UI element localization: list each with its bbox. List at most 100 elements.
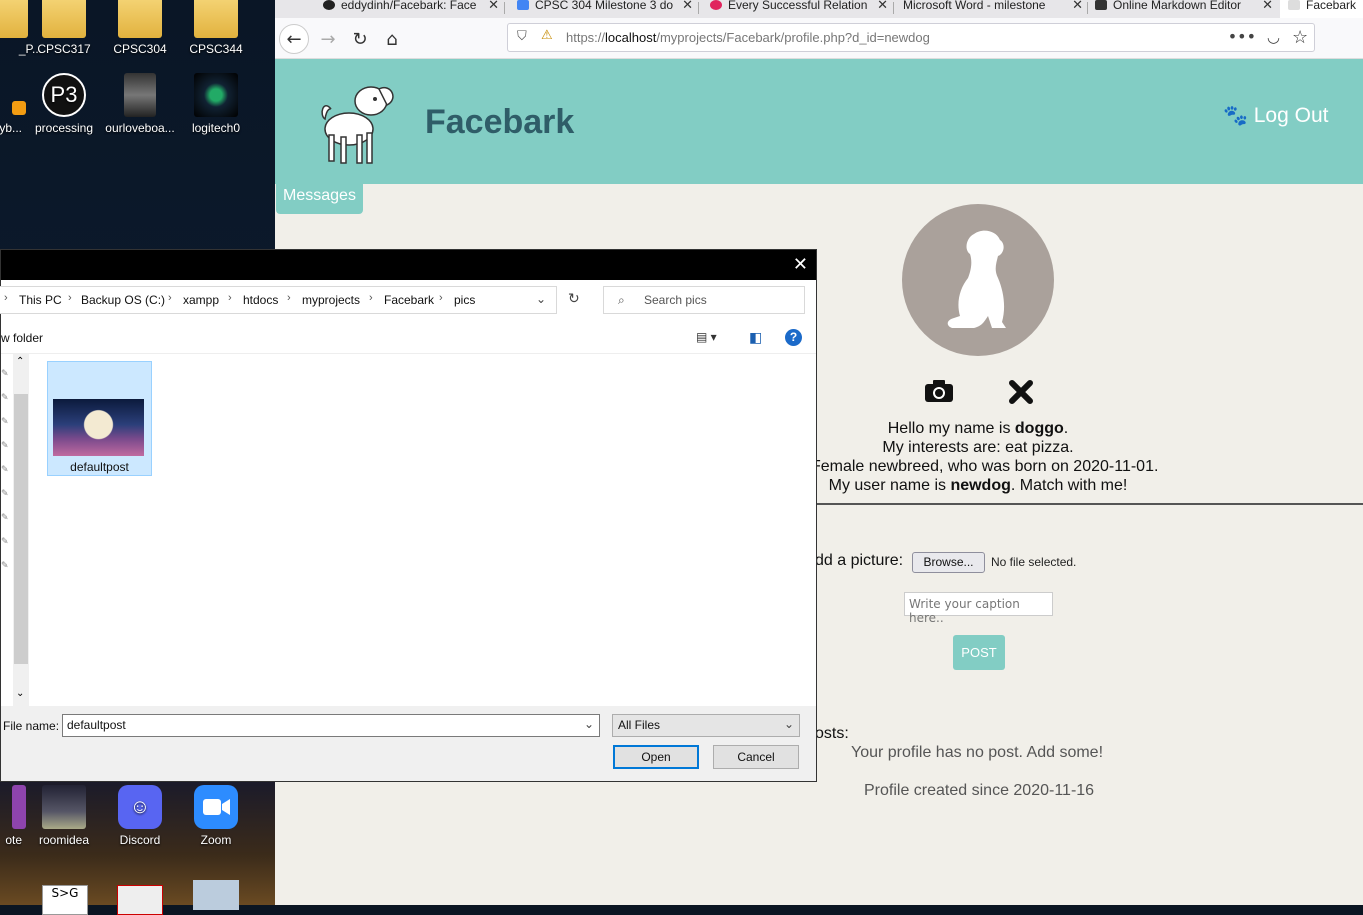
folder-icon [42, 0, 86, 38]
file-list: defaultpost [29, 354, 816, 706]
cancel-button[interactable]: Cancel [713, 745, 799, 769]
close-icon[interactable]: ✕ [793, 254, 808, 275]
image-file-icon [42, 785, 86, 829]
desktop-icon[interactable] [117, 885, 163, 915]
folder-icon [194, 0, 238, 38]
browser-tab[interactable]: Microsoft Word - milestone ✕ [903, 0, 1085, 18]
file-name-value: defaultpost [67, 718, 126, 732]
breadcrumb-item[interactable]: htdocs [243, 293, 278, 307]
messages-tab[interactable]: Messages [276, 183, 363, 214]
breadcrumb-item[interactable]: xampp [183, 293, 219, 307]
reload-icon[interactable]: ↻ [345, 24, 375, 54]
desktop-icon-label: Discord [119, 833, 161, 847]
back-arrow-icon[interactable]: ← [279, 24, 309, 54]
folder-icon [0, 0, 28, 38]
address-breadcrumb[interactable]: › This PC › Backup OS (C:) › xampp › htd… [0, 286, 557, 314]
browser-tab[interactable]: Every Successful Relation ✕ [710, 0, 890, 18]
logout-button[interactable]: 🐾 Log Out [1223, 103, 1328, 128]
view-options-icon[interactable]: ▤ ▾ [696, 330, 717, 344]
folder-icon [118, 0, 162, 38]
github-icon [323, 0, 335, 10]
desktop-icon-cpsc317[interactable]: CPSC317 [28, 0, 100, 56]
breadcrumb-item[interactable]: Facebark [384, 293, 434, 307]
desktop-icon-label: roomidea [38, 833, 90, 847]
breadcrumb-item[interactable]: Backup OS (C:) [81, 293, 165, 307]
chevron-down-icon[interactable]: ⌄ [584, 717, 594, 731]
tab-label: Every Successful Relation [728, 0, 868, 12]
close-tab-icon[interactable]: ✕ [877, 0, 888, 11]
desktop-icon-label: ote [5, 833, 22, 847]
desktop-icon-label: yb... [0, 121, 22, 135]
image-thumbnail [53, 399, 144, 456]
pocket-icon [710, 0, 722, 10]
home-icon[interactable]: ⌂ [377, 24, 407, 54]
add-picture-label: dd a picture: [815, 552, 904, 569]
breadcrumb-item[interactable]: myprojects [302, 293, 360, 307]
file-name-input[interactable]: defaultpost ⌄ [62, 714, 600, 737]
chevron-up-icon[interactable]: ⌃ [16, 356, 24, 367]
image-file-icon [124, 73, 156, 117]
remove-icon[interactable] [1008, 379, 1034, 409]
caption-input[interactable]: Write your caption here.. [904, 592, 1053, 625]
bookmark-star-icon[interactable]: ☆ [1292, 27, 1308, 48]
more-options-icon[interactable]: ••• [1228, 27, 1256, 46]
tab-label: CPSC 304 Milestone 3 do [535, 0, 674, 12]
desktop-icon-roomidea[interactable]: roomidea [28, 785, 100, 847]
shield-icon[interactable]: ⛉ [517, 29, 527, 44]
scrollbar-thumb[interactable] [14, 394, 28, 664]
browser-tab[interactable]: Online Markdown Editor ✕ [1095, 0, 1275, 18]
breadcrumb-item[interactable]: pics [454, 293, 475, 307]
desktop-icon-cpsc344[interactable]: CPSC344 [180, 0, 252, 56]
lock-warning-icon[interactable]: ⚠ [541, 28, 553, 43]
open-button[interactable]: Open [613, 745, 699, 769]
chevron-right-icon: › [439, 292, 443, 304]
desktop-icon-label: Zoom [200, 833, 232, 847]
desktop-icon-cpsc304[interactable]: CPSC304 [104, 0, 176, 56]
url-bar[interactable]: ⛉ ⚠ https://localhost/myprojects/Facebar… [507, 23, 1315, 52]
close-tab-icon[interactable]: ✕ [488, 0, 499, 11]
file-item-label: defaultpost [70, 460, 129, 474]
new-folder-button[interactable]: w folder [1, 331, 43, 345]
desktop-icon[interactable] [193, 880, 239, 910]
chevron-down-icon[interactable]: ⌄ [536, 292, 546, 306]
browser-tab-active[interactable]: Facebark [1280, 0, 1363, 18]
desktop-icon-processing[interactable]: P3 processing [28, 73, 100, 135]
close-tab-icon[interactable]: ✕ [1072, 0, 1083, 11]
profile-created-text: Profile created since 2020-11-16 [864, 782, 1095, 799]
desktop-icon-zoom[interactable]: Zoom [180, 785, 252, 847]
help-icon[interactable]: ? [785, 329, 802, 346]
refresh-icon[interactable]: ↻ [568, 291, 580, 307]
chevron-down-icon: ⌄ [783, 717, 794, 731]
breadcrumb-item[interactable]: This PC [19, 293, 62, 307]
post-button[interactable]: POST [953, 635, 1005, 670]
logout-label: Log Out [1253, 104, 1329, 127]
file-item[interactable]: defaultpost [47, 361, 152, 476]
desktop-icon-logitech[interactable]: logitech0 [180, 73, 252, 135]
file-type-select[interactable]: All Files ⌄ [612, 714, 800, 737]
forward-arrow-icon[interactable]: → [313, 24, 343, 54]
browser-tab[interactable]: CPSC 304 Milestone 3 do ✕ [517, 0, 695, 18]
desktop-icon-label: CPSC317 [37, 42, 91, 56]
browse-button[interactable]: Browse... [912, 552, 985, 573]
dialog-titlebar[interactable]: ✕ [1, 250, 816, 280]
chevron-right-icon: › [68, 292, 72, 304]
search-input[interactable]: ⌕ Search pics [603, 286, 805, 314]
close-tab-icon[interactable]: ✕ [1262, 0, 1273, 11]
scrollbar[interactable]: ⌃ ⌄ [13, 354, 29, 706]
tab-label: Microsoft Word - milestone [903, 0, 1046, 12]
close-tab-icon[interactable]: ✕ [682, 0, 693, 11]
desktop-icon-discord[interactable]: ☺ Discord [104, 785, 176, 847]
camera-icon[interactable] [924, 379, 954, 409]
chevron-right-icon: › [228, 292, 232, 304]
browser-tab[interactable]: eddydinh/Facebark: Face ✕ [323, 0, 501, 18]
image-file-icon [194, 73, 238, 117]
pocket-save-icon[interactable]: ◡ [1267, 28, 1280, 46]
desktop-icon[interactable]: yb... [0, 73, 26, 135]
desktop-icon[interactable]: S>G [42, 885, 88, 915]
desktop-icon-label: logitech0 [191, 121, 241, 135]
desktop-icon[interactable]: ote [0, 785, 26, 847]
chevron-down-icon[interactable]: ⌄ [16, 688, 24, 699]
desktop-icon-ourloveboard[interactable]: ourloveboa... [104, 73, 176, 135]
preview-pane-icon[interactable]: ◧ [749, 329, 762, 346]
tab-label: Online Markdown Editor [1113, 0, 1242, 12]
